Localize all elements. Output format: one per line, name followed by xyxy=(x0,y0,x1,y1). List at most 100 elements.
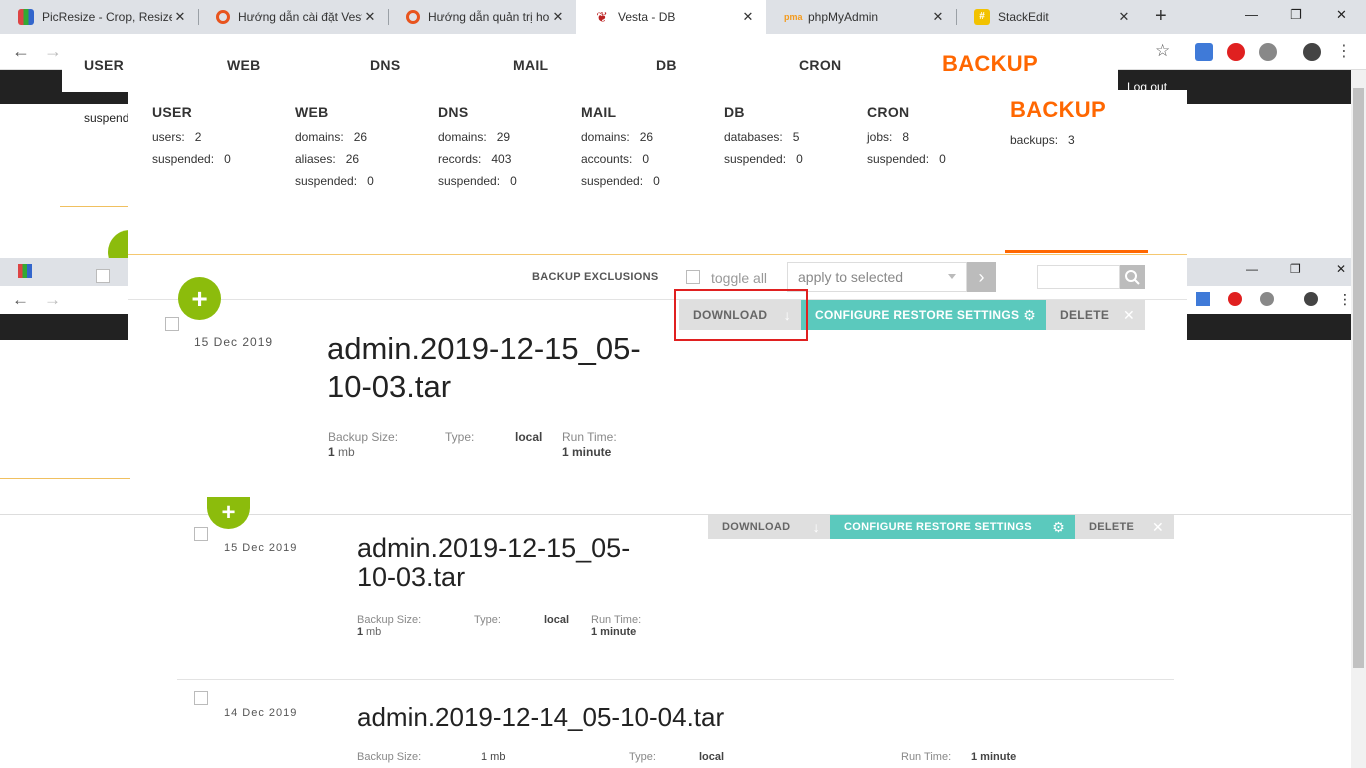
stat-value: 0 xyxy=(642,152,650,166)
menu-dots-icon: ⋮ xyxy=(1338,291,1352,307)
backup-name[interactable]: admin.2019-12-15_05- 10-03.tar xyxy=(327,330,641,406)
avatar[interactable] xyxy=(1303,43,1321,61)
menu-cron[interactable]: CRON xyxy=(799,57,841,73)
add-backup-button[interactable]: + xyxy=(178,277,221,320)
toggle-all-checkbox[interactable] xyxy=(686,270,700,284)
menu-db[interactable]: DB xyxy=(656,57,677,73)
scrollbar-thumb[interactable] xyxy=(1353,328,1364,668)
backup-name-line: admin.2019-12-15_05- xyxy=(357,533,631,563)
page-scrollbar[interactable] xyxy=(1351,70,1366,768)
minimize-icon[interactable]: — xyxy=(1245,7,1258,22)
forward-button[interactable]: → xyxy=(44,41,62,62)
tab-vesta-db[interactable]: ❦ Vesta - DB ✕ xyxy=(576,0,766,34)
backup-name[interactable]: admin.2019-12-14_05-10-04.tar xyxy=(357,702,724,732)
menu-dns-col[interactable]: DNS domains: 29 records: 403 suspended: 0 xyxy=(438,104,517,188)
type-label: Type: xyxy=(474,614,501,626)
close-icon[interactable]: ✕ xyxy=(362,9,378,25)
tab-guide-admin[interactable]: Hướng dẫn quản trị hos ✕ xyxy=(388,0,576,34)
configure-restore-button[interactable]: CONFIGURE RESTORE SETTINGS ⚙ xyxy=(801,300,1046,330)
menu-dots-icon[interactable]: ⋮ xyxy=(1336,41,1352,61)
settings-extension-icon[interactable] xyxy=(1259,43,1277,61)
bookmark-star-icon[interactable]: ☆ xyxy=(1155,41,1170,61)
restore-icon[interactable]: ❐ xyxy=(1290,7,1302,23)
apply-to-selected-select[interactable]: apply to selected xyxy=(787,262,967,292)
stat-label: suspended: xyxy=(438,174,501,188)
delete-button[interactable]: DELETE ✕ xyxy=(1075,515,1174,539)
menu-mail[interactable]: MAIL xyxy=(513,57,548,73)
menu-cron-col[interactable]: CRON jobs: 8 suspended: 0 xyxy=(867,104,946,166)
tab-title: phpMyAdmin xyxy=(808,10,879,24)
menu-db-col[interactable]: DB databases: 5 suspended: 0 xyxy=(724,104,803,166)
backup-exclusions-link[interactable]: BACKUP EXCLUSIONS xyxy=(532,271,659,283)
scrollbar-thumb[interactable] xyxy=(1353,88,1364,328)
menu-db-title[interactable]: DB xyxy=(724,104,803,120)
tab-picresize[interactable]: PicResize - Crop, Resize ✕ xyxy=(0,0,198,34)
backup-name-line: 10-03.tar xyxy=(327,369,452,404)
download-button[interactable]: DOWNLOAD ↓ xyxy=(708,515,830,539)
size-value: 1 xyxy=(328,445,335,459)
backup-name[interactable]: admin.2019-12-15_05- 10-03.tar xyxy=(357,534,630,592)
runtime-value: 1 minute xyxy=(591,626,637,638)
settings-extension-icon xyxy=(1260,292,1274,306)
row-checkbox[interactable] xyxy=(165,317,179,331)
close-icon[interactable]: ✕ xyxy=(930,9,946,25)
menu-web-col[interactable]: WEB domains: 26 aliases: 26 suspended: 0 xyxy=(295,104,374,188)
site-icon xyxy=(406,10,420,24)
search-button[interactable] xyxy=(1120,265,1145,289)
menu-dns-title[interactable]: DNS xyxy=(438,104,517,120)
tab-title: PicResize - Crop, Resize xyxy=(42,10,172,24)
close-icon[interactable]: ✕ xyxy=(740,9,756,25)
back-button[interactable]: ← xyxy=(12,41,30,62)
stat-value: 0 xyxy=(796,152,803,166)
type-value: local xyxy=(515,430,543,444)
menu-dns[interactable]: DNS xyxy=(370,57,400,73)
close-icon[interactable]: ✕ xyxy=(1116,9,1132,25)
site-icon xyxy=(216,10,230,24)
type-label: Type: xyxy=(445,430,475,444)
menu-web-title[interactable]: WEB xyxy=(295,104,374,120)
chevron-down-icon xyxy=(948,274,956,279)
runtime-label: Run Time: xyxy=(591,614,642,626)
menu-user-title[interactable]: USER xyxy=(152,104,231,120)
stat-value: 26 xyxy=(639,130,654,144)
configure-restore-button[interactable]: CONFIGURE RESTORE SETTINGS ⚙ xyxy=(830,515,1075,539)
stat-value: 29 xyxy=(496,130,511,144)
delete-label: DELETE xyxy=(1060,308,1110,322)
close-icon[interactable]: ✕ xyxy=(550,9,566,25)
runtime-value: 1 minute xyxy=(971,751,1017,763)
picresize-icon xyxy=(18,9,34,25)
menu-mail-title[interactable]: MAIL xyxy=(581,104,660,120)
menu-cron-title[interactable]: CRON xyxy=(867,104,946,120)
tab-stackedit[interactable]: # StackEdit ✕ xyxy=(956,0,1142,34)
menu-backup[interactable]: BACKUP xyxy=(942,51,1038,77)
highlight-box xyxy=(674,289,808,341)
toggle-all-label[interactable]: toggle all xyxy=(711,270,767,286)
stat-value: 26 xyxy=(345,152,360,166)
adblock-icon[interactable] xyxy=(1227,43,1245,61)
stat-value: 8 xyxy=(902,130,910,144)
row-checkbox[interactable] xyxy=(194,527,208,541)
extension-icon[interactable] xyxy=(1195,43,1213,61)
apply-button[interactable]: › xyxy=(967,262,996,292)
new-tab-button[interactable]: + xyxy=(1155,5,1167,28)
stat-label: backups: xyxy=(1010,133,1059,147)
search-input[interactable] xyxy=(1037,265,1120,289)
tab-guide-install[interactable]: Hướng dẫn cài đặt Vest ✕ xyxy=(198,0,388,34)
window-close-icon[interactable]: ✕ xyxy=(1336,7,1347,23)
row-checkbox[interactable] xyxy=(194,691,208,705)
close-icon[interactable]: ✕ xyxy=(172,9,188,25)
menu-user-col[interactable]: USER users: 2 suspended: 0 xyxy=(152,104,231,166)
menu-backup-title[interactable]: BACKUP xyxy=(1010,97,1106,123)
tab-phpmyadmin[interactable]: pma phpMyAdmin ✕ xyxy=(766,0,956,34)
backup-name-line: 10-03.tar xyxy=(357,562,466,592)
menu-mail-col[interactable]: MAIL domains: 26 accounts: 0 suspended: 0 xyxy=(581,104,660,188)
menu-web[interactable]: WEB xyxy=(227,57,261,73)
gear-icon: ⚙ xyxy=(1023,306,1036,323)
stat-label: domains: xyxy=(295,130,344,144)
menu-user[interactable]: USER xyxy=(84,57,124,73)
stat-label: domains: xyxy=(581,130,630,144)
menu-backup-col[interactable]: BACKUP backups: 3 xyxy=(1010,97,1106,147)
vesta-icon: ❦ xyxy=(594,9,610,25)
stat-value: 0 xyxy=(224,152,231,166)
delete-button[interactable]: DELETE ✕ xyxy=(1046,300,1145,330)
